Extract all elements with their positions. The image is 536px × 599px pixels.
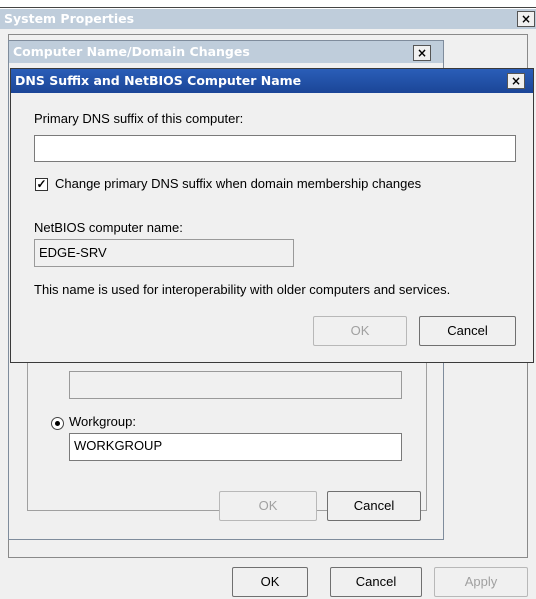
system-properties-titlebar: System Properties xyxy=(0,9,536,29)
primary-dns-label: Primary DNS suffix of this computer: xyxy=(34,111,244,126)
system-properties-close-icon[interactable]: × xyxy=(517,11,535,27)
primary-dns-input[interactable] xyxy=(34,135,516,162)
computer-name-cancel-button[interactable]: Cancel xyxy=(327,491,421,521)
dns-suffix-close-icon[interactable]: × xyxy=(507,73,525,89)
workgroup-input[interactable]: WORKGROUP xyxy=(69,433,402,461)
system-properties-ok-button[interactable]: OK xyxy=(232,567,308,597)
dns-suffix-title: DNS Suffix and NetBIOS Computer Name xyxy=(15,73,302,88)
computer-name-close-icon[interactable]: × xyxy=(413,45,431,61)
dns-ok-button[interactable]: OK xyxy=(313,316,407,346)
dns-suffix-titlebar: DNS Suffix and NetBIOS Computer Name xyxy=(11,69,533,93)
system-properties-cancel-button[interactable]: Cancel xyxy=(330,567,422,597)
dns-cancel-button[interactable]: Cancel xyxy=(419,316,516,346)
change-dns-checkbox-label[interactable]: Change primary DNS suffix when domain me… xyxy=(55,176,421,191)
top-edge-line xyxy=(0,7,536,8)
radio-selected-dot xyxy=(55,421,60,426)
computer-name-title: Computer Name/Domain Changes xyxy=(13,44,250,59)
change-dns-checkbox[interactable]: ✓ xyxy=(35,178,48,191)
netbios-label: NetBIOS computer name: xyxy=(34,220,183,235)
interoperability-info-text: This name is used for interoperability w… xyxy=(34,282,451,297)
system-properties-title: System Properties xyxy=(4,11,135,26)
computer-name-ok-button[interactable]: OK xyxy=(219,491,317,521)
system-properties-apply-button[interactable]: Apply xyxy=(434,567,528,597)
dns-suffix-dialog: DNS Suffix and NetBIOS Computer Name × P… xyxy=(10,68,534,363)
netbios-name-field: EDGE-SRV xyxy=(34,239,294,267)
workgroup-radio[interactable] xyxy=(51,417,64,430)
domain-input[interactable] xyxy=(69,371,402,399)
computer-name-titlebar: Computer Name/Domain Changes xyxy=(9,41,443,63)
workgroup-label: Workgroup: xyxy=(69,414,136,429)
